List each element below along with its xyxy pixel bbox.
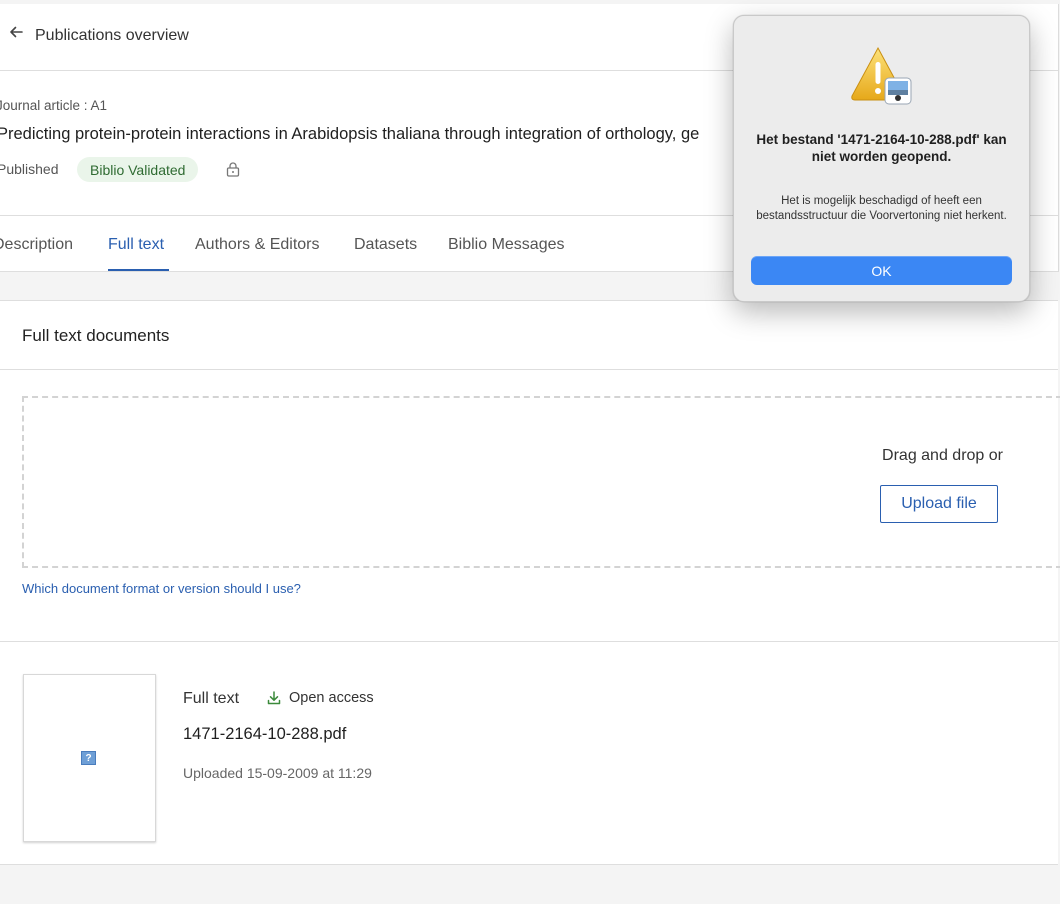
publication-status: Published (0, 161, 59, 177)
publication-type: Journal article : A1 (0, 98, 108, 113)
error-dialog: Het bestand '1471-2164-10-288.pdf' kan n… (733, 15, 1030, 302)
file-name[interactable]: 1471-2164-10-288.pdf (183, 725, 346, 744)
tab-biblio-messages[interactable]: Biblio Messages (448, 236, 565, 254)
dialog-title: Het bestand '1471-2164-10-288.pdf' kan n… (756, 132, 1007, 164)
access-label: Open access (289, 690, 374, 706)
tab-full-text[interactable]: Full text (108, 236, 164, 254)
status-badge: Biblio Validated (77, 157, 199, 182)
back-link[interactable]: Publications overview (35, 27, 189, 45)
file-thumbnail[interactable]: ? (23, 674, 156, 842)
card-divider (0, 369, 1058, 370)
card-title: Full text documents (22, 326, 170, 345)
missing-image-icon: ? (81, 751, 96, 765)
publication-title: Predicting protein-protein interactions … (0, 125, 700, 143)
ok-button[interactable]: OK (751, 256, 1012, 285)
file-divider (0, 641, 1058, 642)
tab-datasets[interactable]: Datasets (354, 236, 417, 254)
tab-description[interactable]: Description (0, 236, 73, 254)
lock-icon (225, 161, 241, 177)
app-page: Publications overview Journal article : … (0, 0, 1060, 904)
file-dropzone[interactable] (22, 396, 1060, 568)
file-uploaded-date: Uploaded 15-09-2009 at 11:29 (183, 765, 372, 781)
file-kind: Full text (183, 690, 240, 707)
warning-icon (848, 44, 914, 108)
drop-label: Drag and drop or (882, 447, 1003, 464)
back-arrow-icon[interactable] (8, 24, 24, 40)
full-text-card: Full text documents Drag and drop or Upl… (0, 300, 1060, 865)
upload-file-button[interactable]: Upload file (880, 485, 998, 523)
format-help-link[interactable]: Which document format or version should … (22, 581, 301, 596)
download-icon (266, 690, 282, 706)
tab-authors-editors[interactable]: Authors & Editors (195, 236, 320, 254)
dialog-message: Het is mogelijk beschadigd of heeft een … (756, 195, 1007, 222)
